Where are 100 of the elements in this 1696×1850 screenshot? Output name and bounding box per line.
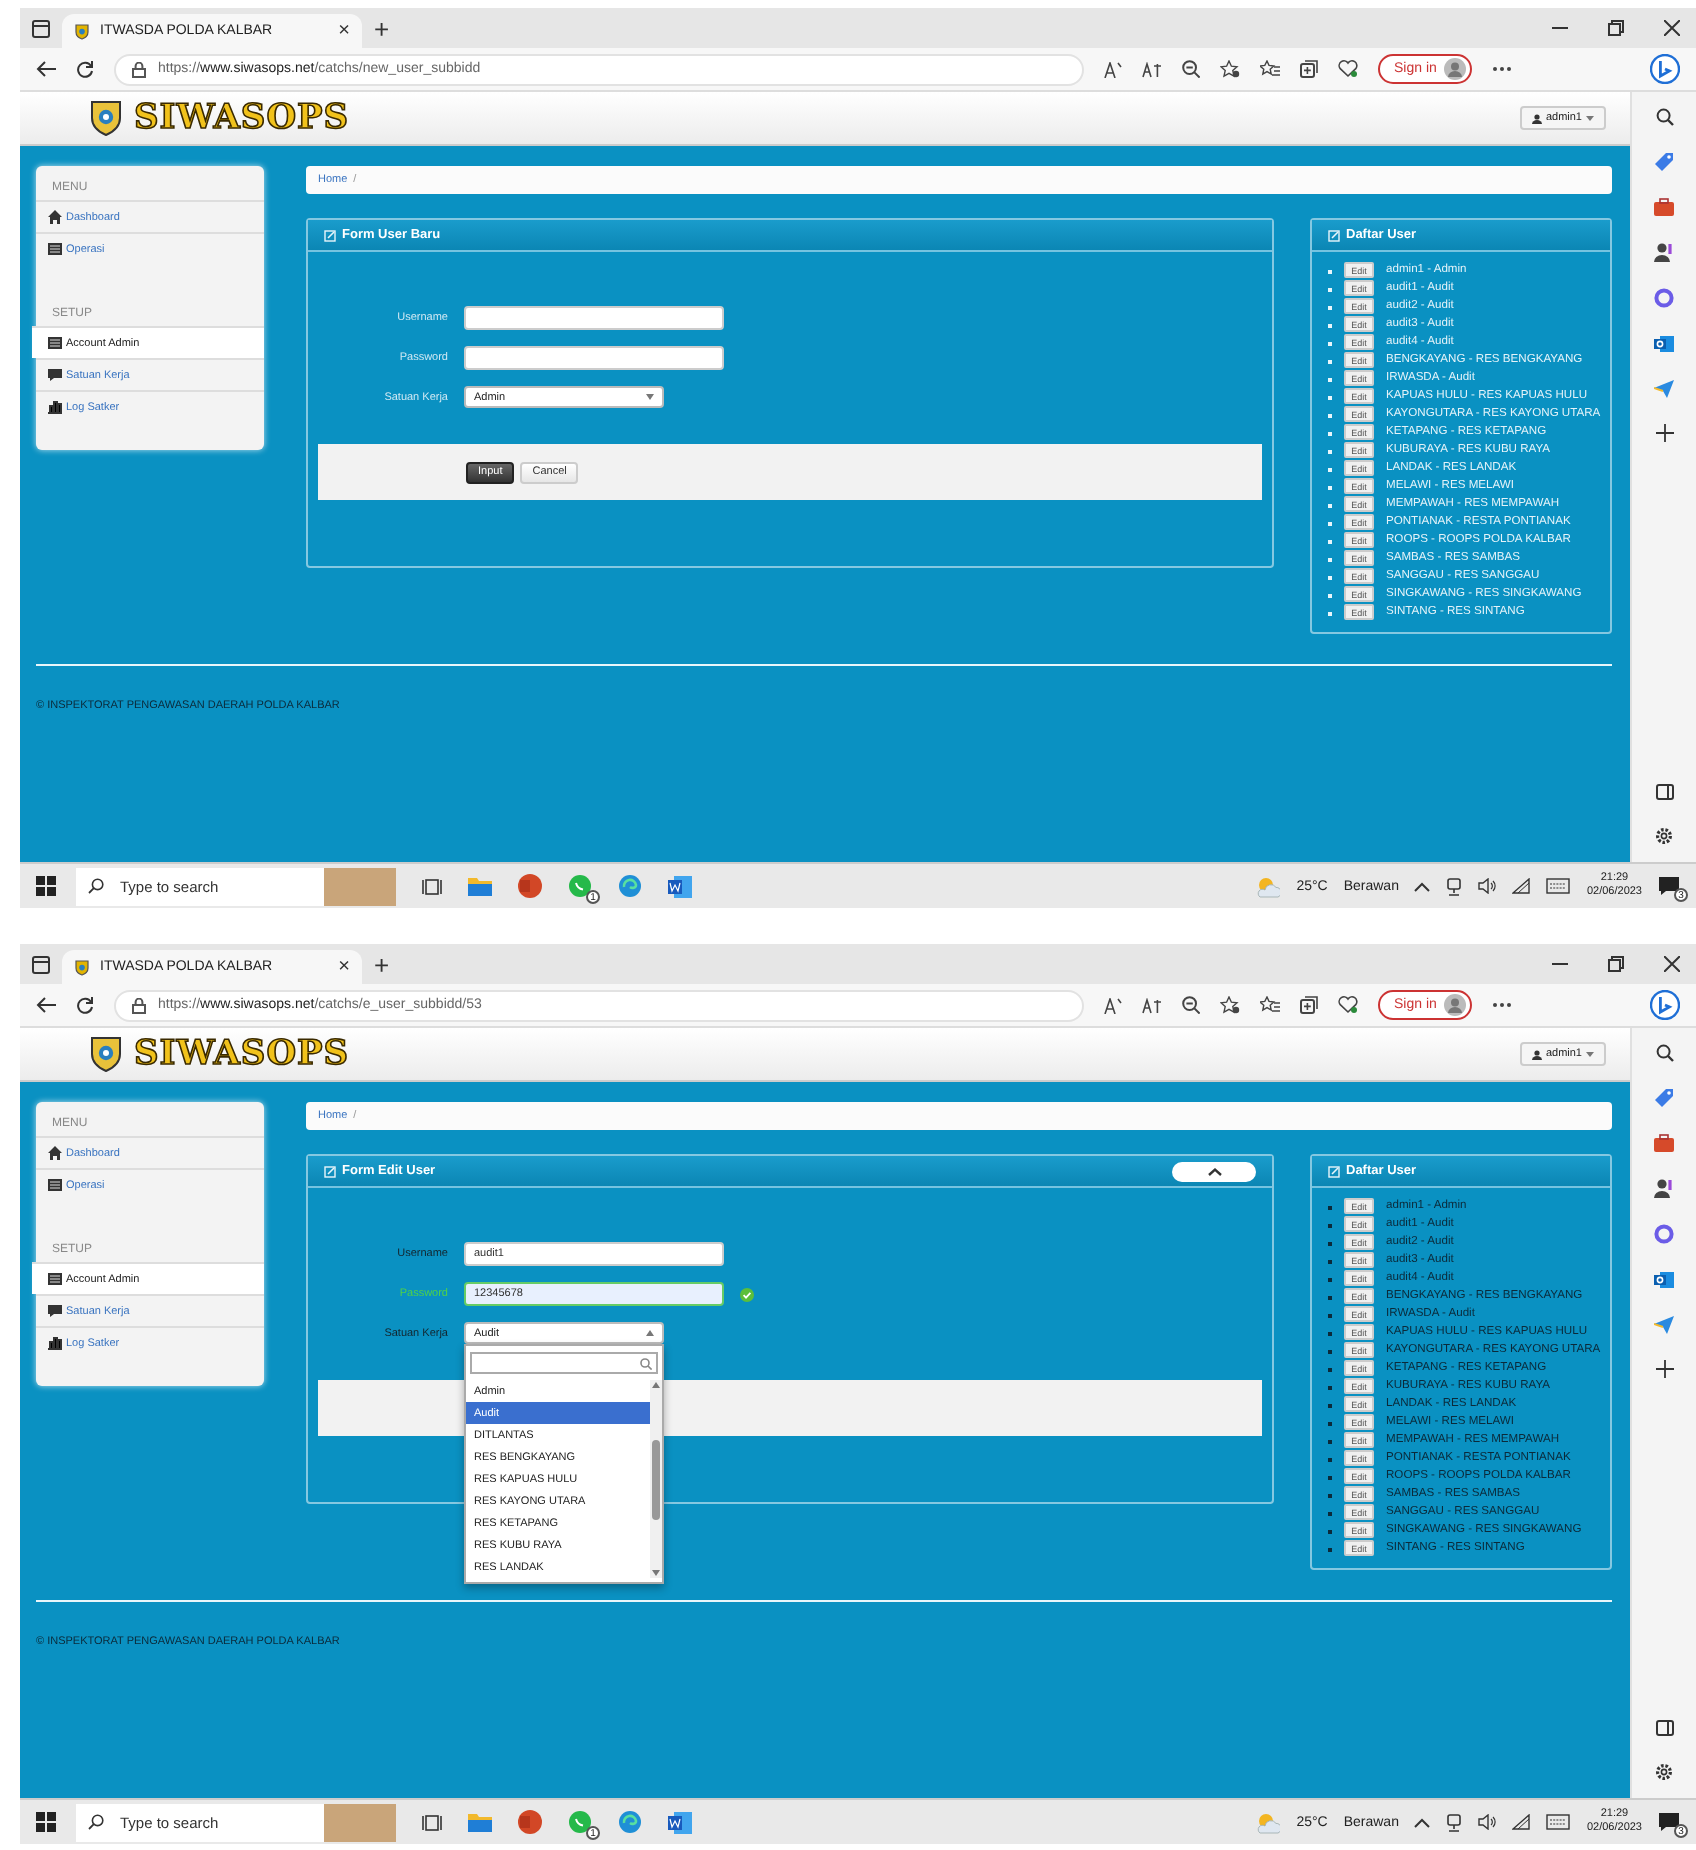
read-aloud-icon[interactable] bbox=[1104, 997, 1122, 1013]
heart-pulse-icon[interactable] bbox=[1338, 996, 1358, 1014]
back-icon[interactable] bbox=[36, 996, 56, 1014]
close-icon[interactable] bbox=[1664, 956, 1680, 972]
person-icon[interactable] bbox=[1654, 1178, 1674, 1198]
network-icon[interactable] bbox=[1446, 877, 1463, 895]
network-icon[interactable] bbox=[1446, 1813, 1463, 1831]
brand-logo-text: SIWASOPS bbox=[134, 1034, 350, 1074]
keyboard-icon[interactable] bbox=[1546, 878, 1571, 894]
chat-app-icon[interactable] bbox=[568, 1810, 592, 1834]
chevron-up-icon bbox=[1207, 1168, 1221, 1176]
caret-icon bbox=[1586, 1051, 1594, 1057]
slides-app-icon[interactable] bbox=[518, 1810, 542, 1834]
bing-icon[interactable] bbox=[1650, 990, 1680, 1020]
close-tab-button[interactable]: × bbox=[338, 957, 350, 977]
input-field[interactable] bbox=[464, 306, 724, 330]
plus-icon[interactable] bbox=[1655, 1360, 1673, 1378]
toolbox-icon[interactable] bbox=[1654, 1134, 1674, 1152]
chevron-up-icon[interactable] bbox=[1414, 881, 1431, 891]
translate-icon[interactable] bbox=[1142, 997, 1162, 1013]
refresh-icon[interactable] bbox=[76, 996, 94, 1014]
tag-icon[interactable] bbox=[1654, 152, 1674, 172]
new-tab-button[interactable]: + bbox=[374, 15, 390, 41]
star-add-icon[interactable] bbox=[1220, 60, 1240, 78]
toolbox-icon[interactable] bbox=[1654, 198, 1674, 216]
more-icon[interactable] bbox=[1492, 66, 1513, 72]
refresh-icon[interactable] bbox=[76, 60, 94, 78]
star-add-icon[interactable] bbox=[1220, 996, 1240, 1014]
windows-start-icon[interactable] bbox=[36, 876, 56, 896]
tag-icon[interactable] bbox=[1654, 1088, 1674, 1108]
search-icon bbox=[640, 1357, 652, 1369]
bing-icon[interactable] bbox=[1650, 54, 1680, 84]
edit-icon bbox=[1328, 1165, 1340, 1177]
list-icon bbox=[48, 242, 62, 256]
list-icon bbox=[48, 1178, 62, 1192]
tab-actions-icon[interactable] bbox=[32, 955, 50, 973]
slides-app-icon[interactable] bbox=[518, 874, 542, 898]
favorites-icon[interactable] bbox=[1260, 60, 1280, 78]
chevron-up-icon[interactable] bbox=[1414, 1817, 1431, 1827]
valid-check-icon bbox=[740, 1287, 754, 1301]
mail-app-icon[interactable] bbox=[1654, 1270, 1674, 1290]
translate-icon[interactable] bbox=[1142, 61, 1162, 77]
speaker-icon[interactable] bbox=[1478, 878, 1497, 894]
task-view-icon[interactable] bbox=[422, 877, 442, 895]
windows-start-icon[interactable] bbox=[36, 1812, 56, 1832]
browser-app-icon[interactable] bbox=[618, 874, 642, 898]
wifi-icon[interactable] bbox=[1512, 878, 1531, 894]
mail-app-icon[interactable] bbox=[1654, 334, 1674, 354]
chat-app-icon[interactable] bbox=[568, 874, 592, 898]
speaker-icon[interactable] bbox=[1478, 1814, 1497, 1830]
new-tab-button[interactable]: + bbox=[374, 951, 390, 977]
zoom-out-icon[interactable] bbox=[1182, 996, 1200, 1014]
close-icon[interactable] bbox=[1664, 20, 1680, 36]
edit-icon bbox=[1328, 229, 1340, 241]
back-icon[interactable] bbox=[36, 60, 56, 78]
restore-icon[interactable] bbox=[1608, 20, 1624, 36]
document-app-icon[interactable] bbox=[668, 1811, 692, 1833]
comment-icon bbox=[48, 1304, 62, 1318]
close-tab-button[interactable]: × bbox=[338, 21, 350, 41]
sidebar-panel-icon[interactable] bbox=[1655, 784, 1673, 800]
send-icon[interactable] bbox=[1654, 380, 1674, 398]
input-field[interactable] bbox=[464, 346, 724, 370]
settings-icon[interactable] bbox=[1654, 1762, 1674, 1782]
notifications-icon[interactable] bbox=[1658, 1812, 1680, 1832]
ring-icon[interactable] bbox=[1654, 288, 1674, 308]
zoom-out-icon[interactable] bbox=[1182, 60, 1200, 78]
search-icon[interactable] bbox=[1655, 108, 1673, 126]
search-icon bbox=[88, 878, 104, 894]
read-aloud-icon[interactable] bbox=[1104, 61, 1122, 77]
caret-up-icon bbox=[646, 1330, 654, 1336]
scrollbar[interactable] bbox=[650, 1380, 662, 1578]
plus-icon[interactable] bbox=[1655, 424, 1673, 442]
avatar-icon bbox=[1444, 58, 1467, 80]
notifications-icon[interactable] bbox=[1658, 876, 1680, 896]
collections-icon[interactable] bbox=[1300, 60, 1318, 78]
edit-icon bbox=[324, 1165, 336, 1177]
collapse-button[interactable] bbox=[1172, 1162, 1256, 1182]
folder-icon[interactable] bbox=[468, 876, 492, 896]
tab-actions-icon[interactable] bbox=[32, 19, 50, 37]
person-icon[interactable] bbox=[1654, 242, 1674, 262]
search-icon[interactable] bbox=[1655, 1044, 1673, 1062]
shield-logo-icon bbox=[90, 100, 122, 136]
restore-icon[interactable] bbox=[1608, 956, 1624, 972]
send-icon[interactable] bbox=[1654, 1316, 1674, 1334]
collections-icon[interactable] bbox=[1300, 996, 1318, 1014]
task-view-icon[interactable] bbox=[422, 1813, 442, 1831]
settings-icon[interactable] bbox=[1654, 826, 1674, 846]
sidebar-panel-icon[interactable] bbox=[1655, 1720, 1673, 1736]
search-highlight-picture bbox=[324, 867, 396, 905]
dropdown-search-field[interactable] bbox=[470, 1352, 658, 1374]
browser-app-icon[interactable] bbox=[618, 1810, 642, 1834]
folder-icon[interactable] bbox=[468, 1812, 492, 1832]
document-app-icon[interactable] bbox=[668, 875, 692, 897]
lock-icon bbox=[132, 61, 146, 77]
keyboard-icon[interactable] bbox=[1546, 1814, 1571, 1830]
heart-pulse-icon[interactable] bbox=[1338, 60, 1358, 78]
more-icon[interactable] bbox=[1492, 1002, 1513, 1008]
wifi-icon[interactable] bbox=[1512, 1814, 1531, 1830]
ring-icon[interactable] bbox=[1654, 1224, 1674, 1244]
favorites-icon[interactable] bbox=[1260, 996, 1280, 1014]
